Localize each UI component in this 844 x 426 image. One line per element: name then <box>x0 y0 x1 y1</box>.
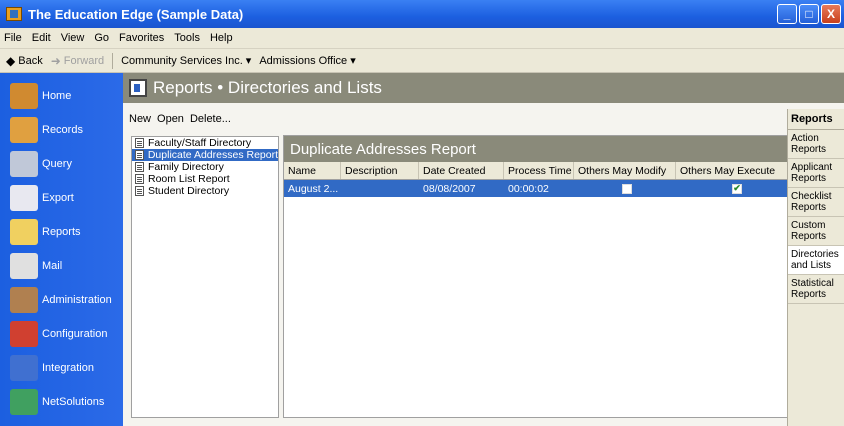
reports-page-icon <box>129 79 147 97</box>
organization-dropdown[interactable]: Community Services Inc. ▾ <box>121 54 251 67</box>
close-button[interactable]: X <box>821 4 841 24</box>
execute-checkbox[interactable]: ✔ <box>732 183 742 194</box>
back-arrow-icon: ◆ <box>6 53 16 68</box>
app-icon <box>6 7 22 21</box>
page-title: Reports • Directories and Lists <box>153 78 382 97</box>
sidebar-item-home[interactable]: Home <box>0 79 123 113</box>
menu-edit[interactable]: Edit <box>32 32 51 44</box>
forward-arrow-icon: ➜ <box>50 53 61 68</box>
records-icon <box>10 117 38 143</box>
minimize-button[interactable]: _ <box>777 4 797 24</box>
panel-item-custom-reports[interactable]: Custom Reports <box>788 217 844 246</box>
nav-separator <box>112 52 114 69</box>
tree-item-student-directory[interactable]: Student Directory <box>132 185 278 197</box>
reports-panel-title: Reports <box>788 109 844 130</box>
panel-item-statistical-reports[interactable]: Statistical Reports <box>788 275 844 304</box>
column-header-others-may-modify[interactable]: Others May Modify <box>574 162 676 179</box>
cell-others-may-execute: ✔ <box>676 180 794 197</box>
sidebar-item-query[interactable]: Query <box>0 147 123 181</box>
panel-item-directories-and-lists[interactable]: Directories and Lists <box>788 246 844 275</box>
document-icon <box>135 162 144 172</box>
back-button[interactable]: ◆ Back <box>6 54 43 68</box>
toolbar: New Open Delete... <box>129 113 231 125</box>
office-dropdown[interactable]: Admissions Office ▾ <box>259 54 355 67</box>
menu-go[interactable]: Go <box>94 32 109 44</box>
column-header-description[interactable]: Description <box>341 162 419 179</box>
document-icon <box>135 174 144 184</box>
home-icon <box>10 83 38 109</box>
configuration-icon <box>10 321 38 347</box>
panel-item-checklist-reports[interactable]: Checklist Reports <box>788 188 844 217</box>
cell-date-created: 08/08/2007 <box>423 182 476 195</box>
document-icon <box>135 138 144 148</box>
delete-button[interactable]: Delete... <box>190 113 231 125</box>
new-button[interactable]: New <box>129 113 151 125</box>
cell-description <box>341 180 419 197</box>
sidebar-item-export[interactable]: Export <box>0 181 123 215</box>
navigation-bar: ◆ Back ➜ Forward Community Services Inc. ▾… <box>0 49 844 73</box>
sidebar-item-administration[interactable]: Administration <box>0 283 123 317</box>
cell-name: August 2... <box>288 182 339 195</box>
title-bar: The Education Edge (Sample Data) _ □ X <box>0 0 844 28</box>
sidebar: Home Records Query Export Reports Mail A… <box>0 73 123 426</box>
tree-item-duplicate-addresses-report[interactable]: Duplicate Addresses Report <box>132 149 278 161</box>
column-header-others-may-execute[interactable]: Others May Execute <box>676 162 794 179</box>
export-icon <box>10 185 38 211</box>
cell-process-time: 00:00:02 <box>508 182 549 195</box>
sidebar-item-mail[interactable]: Mail <box>0 249 123 283</box>
document-icon <box>135 150 144 160</box>
open-button[interactable]: Open <box>157 113 184 125</box>
modify-checkbox[interactable] <box>622 183 632 194</box>
menu-help[interactable]: Help <box>210 32 233 44</box>
report-tree: Faculty/Staff Directory Duplicate Addres… <box>131 136 279 418</box>
menu-file[interactable]: File <box>4 32 22 44</box>
cell-others-may-modify <box>574 180 676 197</box>
column-header-process-time[interactable]: Process Time <box>504 162 574 179</box>
grid-title: Duplicate Addresses Report <box>284 136 794 162</box>
forward-button[interactable]: ➜ Forward <box>51 54 104 68</box>
netsolutions-icon <box>10 389 38 415</box>
column-header-date-created[interactable]: Date Created <box>419 162 504 179</box>
tree-item-family-directory[interactable]: Family Directory <box>132 161 278 173</box>
panel-item-action-reports[interactable]: Action Reports <box>788 130 844 159</box>
tree-item-faculty-staff-directory[interactable]: Faculty/Staff Directory <box>132 137 278 149</box>
menu-tools[interactable]: Tools <box>174 32 200 44</box>
panel-item-applicant-reports[interactable]: Applicant Reports <box>788 159 844 188</box>
sidebar-item-integration[interactable]: Integration <box>0 351 123 385</box>
grid-header: Name Description Date Created Process Ti… <box>284 162 794 180</box>
column-header-name[interactable]: Name <box>284 162 341 179</box>
report-grid-panel: Duplicate Addresses Report Name Descript… <box>283 135 795 418</box>
reports-icon <box>10 219 38 245</box>
menu-view[interactable]: View <box>61 32 85 44</box>
sidebar-item-reports[interactable]: Reports <box>0 215 123 249</box>
main-content: Reports • Directories and Lists New Open… <box>123 73 844 426</box>
mail-icon <box>10 253 38 279</box>
page-header: Reports • Directories and Lists <box>123 73 844 103</box>
document-icon <box>135 186 144 196</box>
query-icon <box>10 151 38 177</box>
menu-bar: File Edit View Go Favorites Tools Help <box>0 28 844 49</box>
menu-favorites[interactable]: Favorites <box>119 32 164 44</box>
reports-panel: Reports Action Reports Applicant Reports… <box>787 109 844 426</box>
sidebar-item-netsolutions[interactable]: NetSolutions <box>0 385 123 419</box>
sidebar-item-configuration[interactable]: Configuration <box>0 317 123 351</box>
table-row[interactable]: August 2... 08/08/2007 00:00:02 ✔ <box>284 180 794 197</box>
tree-item-room-list-report[interactable]: Room List Report <box>132 173 278 185</box>
integration-icon <box>10 355 38 381</box>
sidebar-item-records[interactable]: Records <box>0 113 123 147</box>
window-title: The Education Edge (Sample Data) <box>28 6 244 22</box>
administration-icon <box>10 287 38 313</box>
maximize-button[interactable]: □ <box>799 4 819 24</box>
